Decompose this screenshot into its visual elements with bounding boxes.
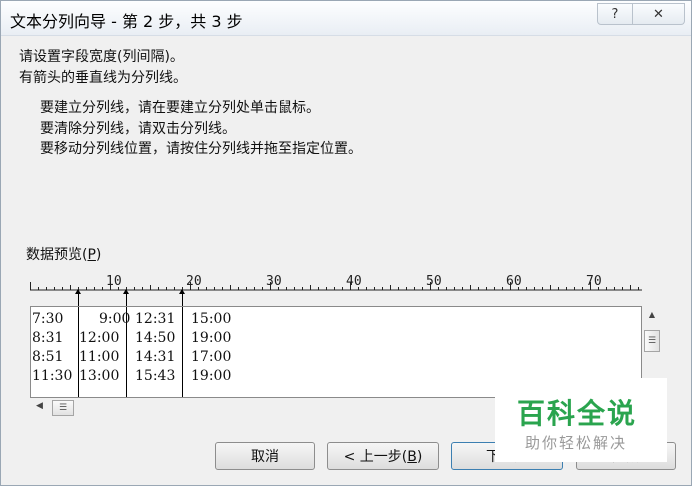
title-bar-buttons: ? ✕ <box>597 3 685 25</box>
close-button[interactable]: ✕ <box>633 3 685 25</box>
back-button[interactable]: < 上一步(B) <box>327 442 439 470</box>
preview-cell: 15:00 <box>191 311 232 327</box>
scroll-up-icon[interactable]: ▲ <box>642 310 662 324</box>
text-wizard-dialog: 文本分列向导 - 第 2 步，共 3 步 ? ✕ 请设置字段宽度(列间隔)。 有… <box>0 0 692 486</box>
intro-line-2: 有箭头的垂直线为分列线。 <box>19 70 187 86</box>
window-title: 文本分列向导 - 第 2 步，共 3 步 <box>10 12 243 31</box>
ruler-ticks <box>30 282 642 291</box>
column-break-line-3[interactable] <box>182 307 183 397</box>
preview-cell: 17:00 <box>191 349 232 365</box>
ruler-mark-30: 30 <box>266 274 282 289</box>
data-preview-label: 数据预览(P) <box>26 247 102 263</box>
watermark-brand: 百科全说 <box>517 397 638 430</box>
preview-cell: 13:00 <box>79 368 120 384</box>
preview-cell: 14:50 <box>135 330 176 346</box>
preview-horizontal-scrollbar[interactable]: ◀ ☰ <box>30 398 500 418</box>
preview-cell: 11:00 <box>79 349 120 365</box>
baike-watermark: 百科全说 助你轻松解决 <box>495 378 667 462</box>
scroll-left-icon[interactable]: ◀ <box>36 401 43 411</box>
help-icon: ? <box>611 6 619 22</box>
preview-row-4: 11:30 13:00 15:43 19:00 <box>32 368 231 397</box>
column-break-stem-1[interactable] <box>78 293 79 306</box>
preview-cell: 19:00 <box>191 368 232 384</box>
help-button[interactable]: ? <box>597 3 633 25</box>
preview-cell: 12:31 <box>135 311 176 327</box>
preview-cell: 8:51 <box>32 349 64 365</box>
ruler-mark-50: 50 <box>426 274 442 289</box>
preview-cell: 12:00 <box>79 330 120 346</box>
cancel-button[interactable]: 取消 <box>215 442 315 470</box>
ruler-mark-40: 40 <box>346 274 362 289</box>
preview-cell: 8:31 <box>32 330 64 346</box>
preview-cell: 14:31 <box>135 349 176 365</box>
back-button-label: < 上一步(B) <box>343 449 423 465</box>
ruler-mark-60: 60 <box>506 274 522 289</box>
close-icon: ✕ <box>653 6 664 22</box>
title-bar: 文本分列向导 - 第 2 步，共 3 步 ? ✕ <box>1 1 691 36</box>
preview-cell: 7:30 <box>32 311 64 327</box>
scroll-thumb-horizontal[interactable]: ☰ <box>52 400 74 416</box>
intro-line-1: 请设置字段宽度(列间隔)。 <box>19 49 184 65</box>
instruction-create: 要建立分列线，请在要建立分列处单击鼠标。 <box>40 100 320 116</box>
column-break-stem-2[interactable] <box>126 293 127 306</box>
preview-cell: 15:43 <box>135 368 176 384</box>
instruction-move: 要移动分列线位置，请按住分列线并拖至指定位置。 <box>40 141 362 157</box>
ruler-mark-10: 10 <box>106 274 122 289</box>
watermark-tagline: 助你轻松解决 <box>525 434 628 452</box>
preview-cell: 11:30 <box>32 368 73 384</box>
preview-cell: 9:00 <box>99 311 131 327</box>
scroll-thumb-vertical[interactable]: ☰ <box>644 330 660 352</box>
instruction-clear: 要清除分列线，请双击分列线。 <box>40 121 236 137</box>
ruler-mark-70: 70 <box>586 274 602 289</box>
preview-cell: 19:00 <box>191 330 232 346</box>
ruler-mark-20: 20 <box>186 274 202 289</box>
column-break-stem-3[interactable] <box>182 293 183 306</box>
cancel-button-label: 取消 <box>251 449 279 465</box>
column-ruler[interactable]: 10 20 30 40 50 60 70 <box>30 272 642 294</box>
